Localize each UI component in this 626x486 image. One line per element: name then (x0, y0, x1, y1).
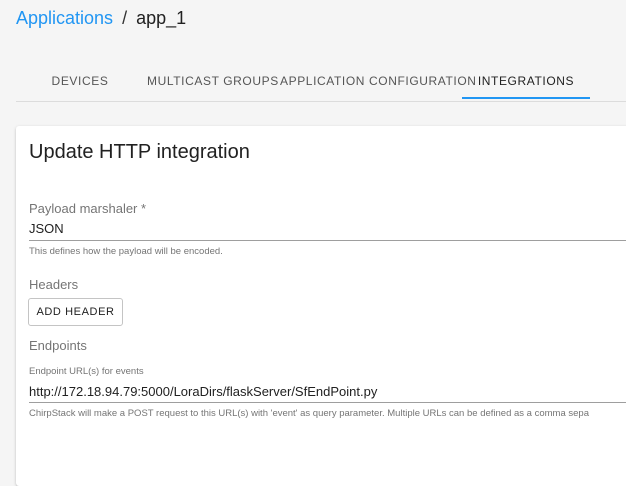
headers-label: Headers (29, 277, 79, 292)
endpoint-url-underline (29, 402, 626, 403)
tab-multicast-groups[interactable]: MULTICAST GROUPS (147, 62, 278, 100)
payload-marshaler-underline (29, 240, 626, 241)
http-integration-form-card: Update HTTP integration Payload marshale… (16, 126, 626, 486)
payload-marshaler-select[interactable]: JSON (29, 221, 626, 236)
payload-marshaler-helper: This defines how the payload will be enc… (29, 246, 223, 257)
tab-bar: DEVICES MULTICAST GROUPS APPLICATION CON… (16, 62, 626, 102)
breadcrumb-applications-link[interactable]: Applications (16, 7, 113, 29)
endpoints-label: Endpoints (29, 338, 87, 353)
tab-application-configuration[interactable]: APPLICATION CONFIGURATION (280, 62, 476, 100)
endpoint-url-helper: ChirpStack will make a POST request to t… (29, 408, 589, 419)
breadcrumb: Applications / app_1 (16, 7, 186, 29)
payload-marshaler-label: Payload marshaler * (29, 201, 147, 216)
endpoint-url-field-label: Endpoint URL(s) for events (29, 366, 144, 377)
breadcrumb-separator: / (122, 8, 128, 28)
breadcrumb-current: app_1 (136, 8, 187, 28)
add-header-button[interactable]: ADD HEADER (28, 298, 123, 326)
tab-devices[interactable]: DEVICES (16, 62, 144, 100)
form-title: Update HTTP integration (29, 141, 250, 163)
endpoint-url-input[interactable]: http://172.18.94.79:5000/LoraDirs/flaskS… (29, 384, 626, 399)
active-tab-indicator (462, 97, 590, 99)
tab-integrations[interactable]: INTEGRATIONS (462, 62, 590, 100)
